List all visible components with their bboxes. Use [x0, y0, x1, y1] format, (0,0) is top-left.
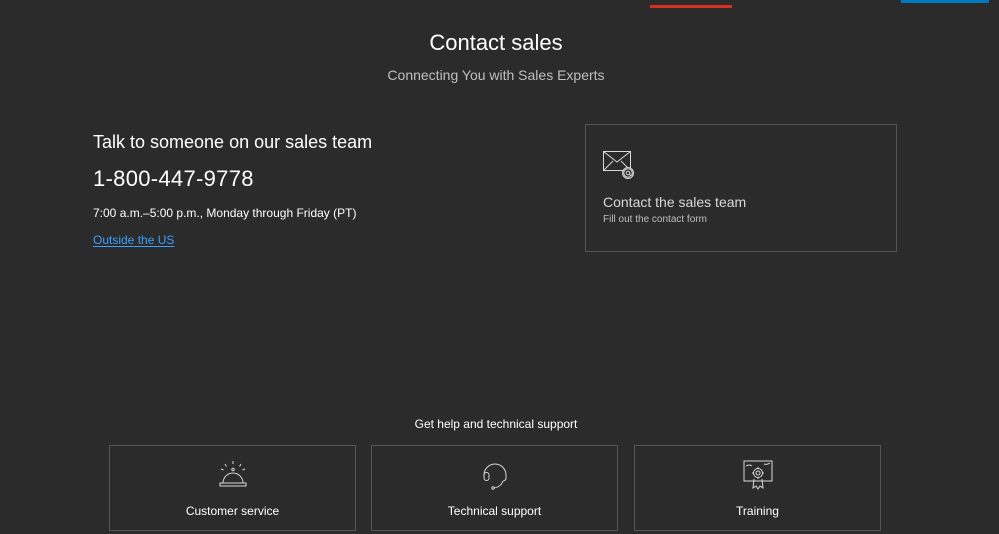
service-bell-icon	[219, 461, 246, 487]
contact-card-subtitle: Fill out the contact form	[603, 214, 707, 225]
contact-card-title: Contact the sales team	[603, 194, 747, 210]
technical-support-label: Technical support	[447, 504, 542, 518]
support-heading: Get help and technical support	[414, 417, 578, 431]
contact-sales-card[interactable]: Contact the sales team Fill out the cont…	[585, 124, 897, 252]
certificate-gear-icon	[743, 460, 772, 490]
headset-icon	[483, 463, 506, 490]
training-label: Training	[736, 504, 779, 518]
sales-phone-section: Talk to someone on our sales team 1-800-…	[93, 130, 533, 249]
sales-phone-number[interactable]: 1-800-447-9778	[93, 165, 533, 193]
sales-heading: Talk to someone on our sales team	[93, 132, 373, 152]
sales-hours: 7:00 a.m.–5:00 p.m., Monday through Frid…	[93, 206, 357, 220]
technical-support-card[interactable]: Technical support	[371, 445, 618, 531]
page-title: Contact sales	[429, 30, 563, 55]
header-cta-accent[interactable]	[901, 0, 989, 3]
customer-service-card[interactable]: Customer service	[109, 445, 356, 531]
envelope-at-icon	[603, 151, 634, 179]
outside-us-link[interactable]: Outside the US	[93, 233, 174, 247]
active-nav-indicator	[650, 5, 732, 8]
training-card[interactable]: Training	[634, 445, 881, 531]
customer-service-label: Customer service	[185, 504, 280, 518]
page-subtitle: Connecting You with Sales Experts	[387, 67, 605, 83]
